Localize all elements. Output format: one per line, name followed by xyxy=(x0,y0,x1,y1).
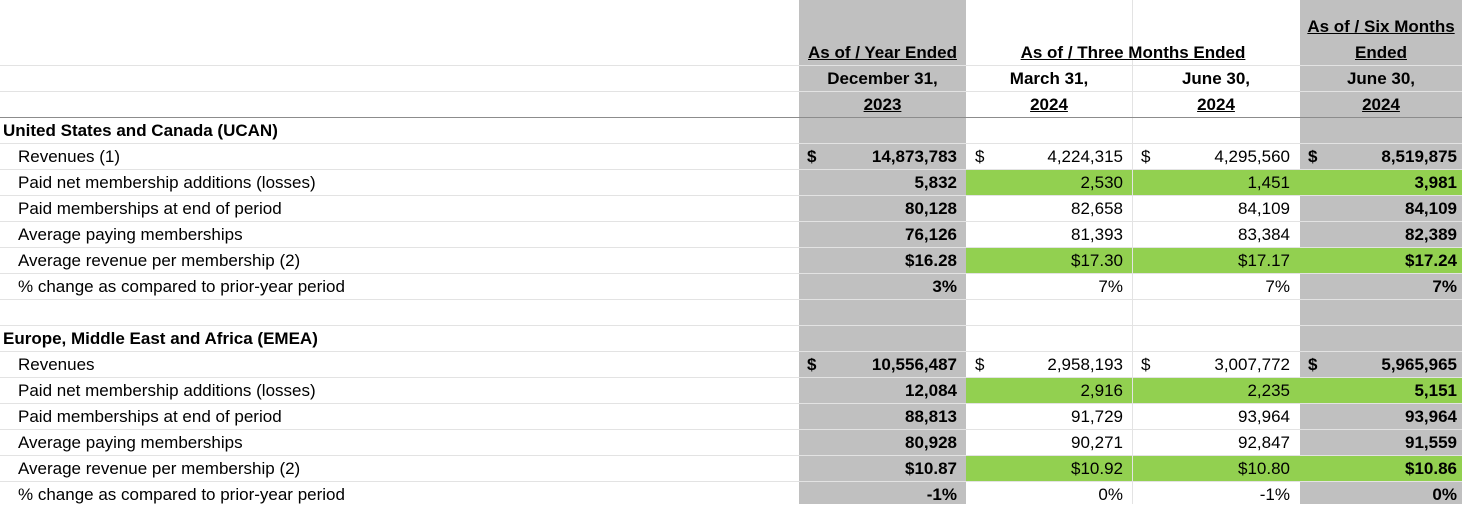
six-months-header-line0: As of / Six Months xyxy=(1307,17,1455,36)
row-label: % change as compared to prior-year perio… xyxy=(18,485,345,504)
value-2023: $16.28 xyxy=(905,251,957,270)
value-june: $17.17 xyxy=(1238,251,1290,270)
value-march: 81,393 xyxy=(1071,225,1123,244)
six-months-year: 2024 xyxy=(1362,95,1400,114)
value-june: 93,964 xyxy=(1238,407,1290,426)
value-2023: 80,128 xyxy=(905,199,957,218)
value-march: 7% xyxy=(1098,277,1123,296)
row-label: Paid net membership additions (losses) xyxy=(18,381,316,400)
value-june: 2,235 xyxy=(1247,381,1290,400)
spreadsheet: As of / Six Months As of / Year Ended As… xyxy=(0,0,1462,504)
value-march: $10.92 xyxy=(1071,459,1123,478)
section-title-ucan: United States and Canada (UCAN) xyxy=(3,121,278,140)
value-six-months: 5,151 xyxy=(1414,381,1457,400)
value-march: 90,271 xyxy=(1071,433,1123,452)
row-label: % change as compared to prior-year perio… xyxy=(18,277,345,296)
row-label: Paid memberships at end of period xyxy=(18,199,282,218)
value-june: 7% xyxy=(1265,277,1290,296)
value-june: 83,384 xyxy=(1238,225,1290,244)
value-june: 3,007,772 xyxy=(1214,355,1290,374)
value-six-months: 91,559 xyxy=(1405,433,1457,452)
value-six-months: 82,389 xyxy=(1405,225,1457,244)
row-label: Revenues xyxy=(18,355,95,374)
row-label: Average revenue per membership (2) xyxy=(18,459,301,478)
value-2023: 10,556,487 xyxy=(871,355,957,374)
value-june: 1,451 xyxy=(1247,173,1290,192)
three-months-group-header: As of / Three Months Ended xyxy=(1020,43,1246,62)
value-2023: 88,813 xyxy=(905,407,957,426)
value-2023: 76,126 xyxy=(905,225,957,244)
row-label: Average paying memberships xyxy=(18,225,243,244)
row-label: Paid net membership additions (losses) xyxy=(18,173,316,192)
value-june: 84,109 xyxy=(1238,199,1290,218)
march-year: 2024 xyxy=(1030,95,1068,114)
value-2023: $10.87 xyxy=(905,459,957,478)
value-six-months: 3,981 xyxy=(1414,173,1457,192)
section-title-emea: Europe, Middle East and Africa (EMEA) xyxy=(3,329,318,348)
value-march: 2,916 xyxy=(1080,381,1123,400)
june-year: 2024 xyxy=(1197,95,1235,114)
value-march: 4,224,315 xyxy=(1047,147,1123,166)
march-date: March 31, xyxy=(1009,69,1089,88)
value-six-months: 84,109 xyxy=(1405,199,1457,218)
year-ended-date: December 31, xyxy=(827,69,938,88)
value-march: 2,958,193 xyxy=(1047,355,1123,374)
value-march: 0% xyxy=(1098,485,1123,504)
value-june: $10.80 xyxy=(1238,459,1290,478)
row-label: Paid memberships at end of period xyxy=(18,407,282,426)
value-six-months: 93,964 xyxy=(1405,407,1457,426)
year-ended-year: 2023 xyxy=(863,95,902,114)
june-date: June 30, xyxy=(1181,69,1251,88)
value-2023: 12,084 xyxy=(905,381,957,400)
year-ended-header: As of / Year Ended xyxy=(808,43,957,62)
value-2023: 5,832 xyxy=(914,173,957,192)
value-june: -1% xyxy=(1259,485,1290,504)
value-june: 4,295,560 xyxy=(1214,147,1290,166)
value-march: 82,658 xyxy=(1071,199,1123,218)
row-label: Average revenue per membership (2) xyxy=(18,251,301,270)
value-six-months: 0% xyxy=(1432,485,1457,504)
value-2023: 14,873,783 xyxy=(871,147,957,166)
six-months-date: June 30, xyxy=(1346,69,1416,88)
value-2023: 80,928 xyxy=(905,433,957,452)
value-six-months: $17.24 xyxy=(1405,251,1457,270)
value-march: 2,530 xyxy=(1080,173,1123,192)
value-six-months: 8,519,875 xyxy=(1381,147,1457,166)
row-label: Revenues (1) xyxy=(18,147,121,166)
value-six-months: $10.86 xyxy=(1405,459,1457,478)
value-june: 92,847 xyxy=(1238,433,1290,452)
value-six-months: 5,965,965 xyxy=(1381,355,1457,374)
value-2023: -1% xyxy=(926,485,957,504)
value-march: $17.30 xyxy=(1071,251,1123,270)
value-six-months: 7% xyxy=(1432,277,1457,296)
six-months-header-line1: Ended xyxy=(1355,43,1407,62)
value-2023: 3% xyxy=(932,277,957,296)
row-label: Average paying memberships xyxy=(18,433,243,452)
value-march: 91,729 xyxy=(1071,407,1123,426)
